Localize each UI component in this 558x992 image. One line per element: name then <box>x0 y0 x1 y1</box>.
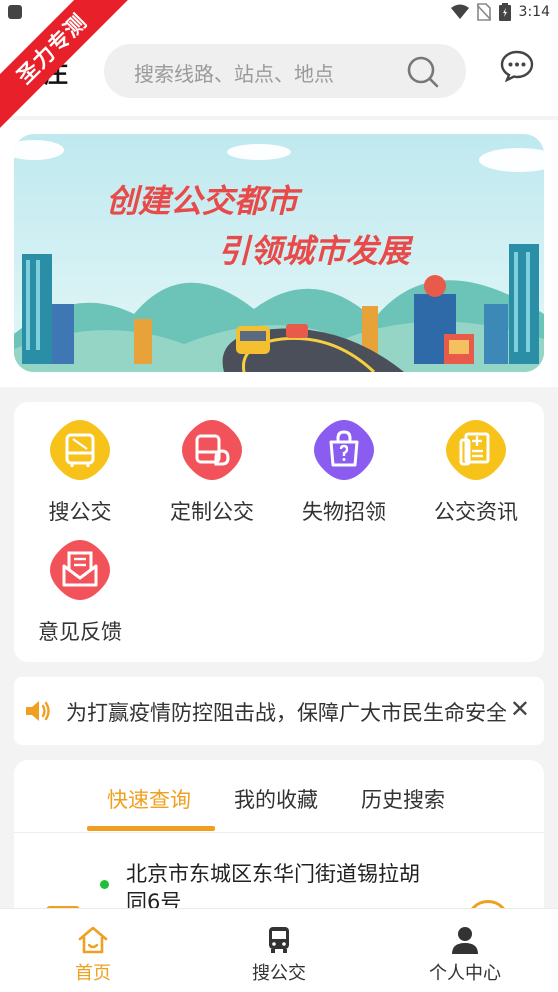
grid-item-feedback[interactable]: 意见反馈 <box>14 522 146 644</box>
battery-icon <box>498 3 511 21</box>
custom-bus-icon <box>182 420 242 480</box>
tab-history[interactable]: 历史搜索 <box>361 784 445 814</box>
bus-icon <box>269 927 289 953</box>
grid-item-label: 定制公交 <box>170 500 254 524</box>
no-sim-icon <box>476 3 491 21</box>
grid-item-label: 意见反馈 <box>38 620 122 644</box>
test-ribbon-wrap: 圣力专测 <box>0 0 130 130</box>
grid-item-custom-bus[interactable]: 定制公交 <box>146 402 278 524</box>
notice-bar[interactable]: 为打赢疫情防控阻击战，保障广大市民生命安全 ✕ <box>14 677 544 745</box>
nav-item-search-bus[interactable]: 搜公交 <box>186 909 372 992</box>
promo-banner[interactable]: 创建公交都市 引领城市发展 <box>14 134 544 372</box>
nav-label: 搜公交 <box>252 963 306 984</box>
message-icon[interactable] <box>500 50 534 82</box>
tab-quick-query[interactable]: 快速查询 <box>107 784 191 814</box>
search-icon[interactable] <box>406 55 440 89</box>
mail-icon <box>50 540 110 600</box>
bus-icon <box>50 420 110 480</box>
status-right: 3:14 <box>450 3 550 21</box>
tab-favorites[interactable]: 我的收藏 <box>234 784 318 814</box>
close-icon[interactable]: ✕ <box>510 695 530 723</box>
search-placeholder: 搜索线路、站点、地点 <box>134 62 334 86</box>
test-ribbon: 圣力专测 <box>0 0 130 130</box>
nav-label: 个人中心 <box>429 963 501 984</box>
grid-item-lost-found[interactable]: 失物招领 <box>278 402 410 524</box>
shopping-bag-icon <box>314 420 374 480</box>
banner-title-line2: 引领城市发展 <box>218 232 414 270</box>
speaker-icon <box>26 701 50 721</box>
news-icon <box>446 420 506 480</box>
nav-label: 首页 <box>75 963 111 984</box>
nav-item-profile[interactable]: 个人中心 <box>372 909 558 992</box>
tabs-divider <box>14 832 544 833</box>
grid-item-search-bus[interactable]: 搜公交 <box>14 402 146 524</box>
grid-item-label: 失物招领 <box>302 500 386 524</box>
nav-item-home[interactable]: 首页 <box>0 909 186 992</box>
search-box[interactable]: 搜索线路、站点、地点 <box>104 44 466 98</box>
banner-illustration: 创建公交都市 引领城市发展 <box>14 134 544 372</box>
home-icon <box>78 926 108 954</box>
person-icon <box>452 927 478 954</box>
bottom-nav: 首页 搜公交 个人中心 <box>0 908 558 992</box>
banner-section: 创建公交都市 引领城市发展 <box>0 120 558 387</box>
status-time: 3:14 <box>518 4 550 20</box>
function-grid: 搜公交 定制公交 失物招领 公交资讯 意见反馈 <box>14 402 544 662</box>
grid-item-label: 公交资讯 <box>434 500 518 524</box>
grid-item-bus-news[interactable]: 公交资讯 <box>410 402 542 524</box>
active-tab-indicator <box>87 826 215 831</box>
notice-text: 为打赢疫情防控阻击战，保障广大市民生命安全 <box>66 701 506 725</box>
wifi-icon <box>450 4 469 19</box>
location-dot-icon <box>100 880 109 889</box>
banner-title-line1: 创建公交都市 <box>106 182 303 220</box>
